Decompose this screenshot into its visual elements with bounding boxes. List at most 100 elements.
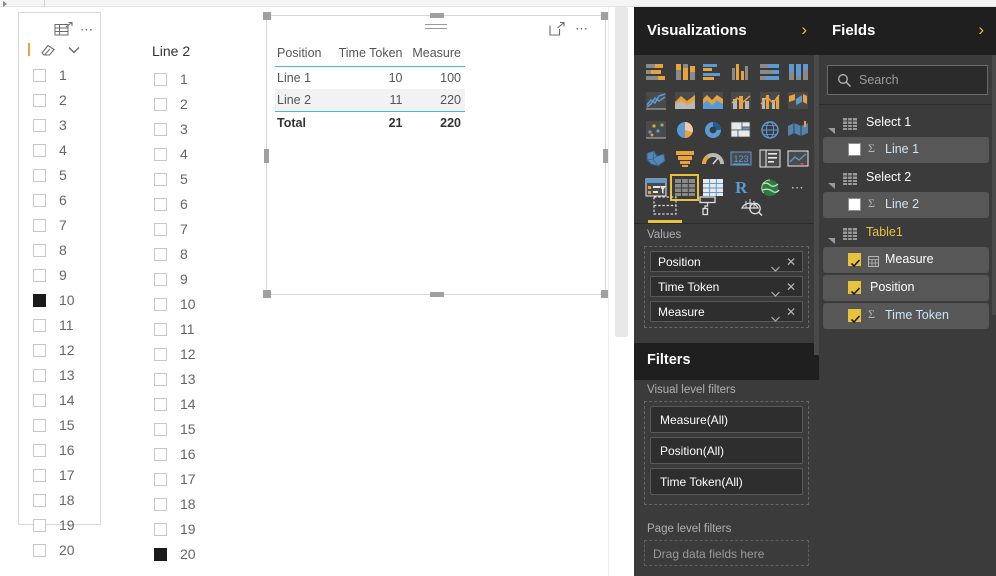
visual-level-filter-chip[interactable]: Time Token(All) (650, 468, 803, 495)
viz-type-hundred-percent-stacked-column[interactable] (785, 59, 812, 84)
slicer1-item[interactable]: 6 (19, 188, 100, 213)
viz-type-line-stacked-column[interactable] (728, 88, 755, 113)
fields-panel-scrollbar[interactable] (992, 55, 996, 315)
slicer2-item[interactable]: 20 (140, 542, 230, 567)
analytics-tab[interactable] (734, 193, 768, 217)
visualization-type-grid[interactable]: 123 R ⋯ (643, 59, 813, 204)
fields-table-node[interactable]: Select 1 (819, 110, 996, 137)
canvas-vertical-scrollbar[interactable] (608, 7, 634, 576)
viz-type-line-chart[interactable] (643, 88, 670, 113)
viz-type-hundred-percent-stacked-bar[interactable] (756, 59, 783, 84)
focus-mode-icon[interactable] (549, 21, 565, 36)
expander-open-icon[interactable] (828, 176, 835, 189)
column-header-position[interactable]: Position (275, 44, 332, 67)
slicer2-checkbox[interactable] (154, 148, 167, 162)
close-icon[interactable]: ✕ (785, 279, 797, 295)
slicer2-item[interactable]: 12 (140, 342, 230, 367)
slicer2-item[interactable]: 16 (140, 442, 230, 467)
slicer1-item[interactable]: 19 (19, 513, 100, 538)
slicer2-checkbox[interactable] (154, 548, 167, 562)
slicer1-checkbox[interactable] (33, 519, 46, 533)
visual-level-filter-chip[interactable]: Measure(All) (650, 406, 803, 433)
slicer2-item[interactable]: 9 (140, 267, 230, 292)
viz-type-filled-map[interactable] (785, 117, 812, 142)
slicer2-item[interactable]: 13 (140, 367, 230, 392)
slicer2-item[interactable]: 1 (140, 67, 230, 92)
slicer2-checkbox[interactable] (154, 123, 167, 137)
more-options-icon[interactable]: ⋯ (575, 21, 595, 36)
slicer2-checkbox[interactable] (154, 373, 167, 387)
slicer1-checkbox[interactable] (33, 269, 46, 283)
slicer1-checkbox[interactable] (33, 394, 46, 408)
value-field-chip[interactable]: Time Token ✕ (650, 276, 803, 297)
slicer1-item[interactable]: 12 (19, 338, 100, 363)
table-row[interactable]: Line 2 11 220 (275, 89, 465, 112)
slicer1-item[interactable]: 7 (19, 213, 100, 238)
viz-type-treemap[interactable] (728, 117, 755, 142)
slicer1-checkbox[interactable] (33, 494, 46, 508)
viz-type-pie-chart[interactable] (671, 117, 698, 142)
values-field-well[interactable]: Position ✕ Time Token ✕ Measure ✕ (644, 246, 809, 328)
slicer2-item[interactable]: 7 (140, 217, 230, 242)
viz-type-clustered-column-chart[interactable] (728, 59, 755, 84)
slicer2-item[interactable]: 10 (140, 292, 230, 317)
slicer2-checkbox[interactable] (154, 398, 167, 412)
slicer2-checkbox[interactable] (154, 173, 167, 187)
viz-type-gauge-chart[interactable] (700, 146, 727, 171)
viz-type-stacked-bar-chart[interactable] (643, 59, 670, 84)
resize-handle-bottom-left[interactable] (263, 290, 271, 298)
viz-type-funnel-chart[interactable] (671, 146, 698, 171)
slicer2-item[interactable]: 18 (140, 492, 230, 517)
slicer2-checkbox[interactable] (154, 248, 167, 262)
viz-type-line-clustered-column[interactable] (756, 88, 783, 113)
visualizations-tab-bar[interactable] (634, 187, 819, 224)
viz-type-card[interactable]: 123 (728, 146, 755, 171)
viz-type-shape-map[interactable] (643, 146, 670, 171)
drag-grip-icon[interactable] (425, 24, 447, 30)
slicer1-item[interactable]: 16 (19, 438, 100, 463)
slicer2-item-list[interactable]: 1 2 3 4 5 6 7 8 9 10 11 12 13 14 15 16 17 18 19 20 (140, 67, 230, 567)
fields-field-node[interactable]: Measure (823, 247, 989, 273)
slicer1-item[interactable]: 13 (19, 363, 100, 388)
fields-field-node[interactable]: Σ Line 1 (823, 137, 989, 163)
scrollbar-thumb[interactable] (615, 7, 628, 337)
chevron-down-icon[interactable] (66, 43, 82, 56)
slicer-visual-line1[interactable]: ⋯ 1 2 3 4 5 6 7 8 9 10 11 12 13 14 15 16 17 18 19 20 (18, 12, 101, 558)
fields-field-node[interactable]: Position (823, 275, 989, 301)
viz-type-kpi[interactable] (785, 146, 812, 171)
slicer2-checkbox[interactable] (154, 423, 167, 437)
close-icon[interactable]: ✕ (785, 304, 797, 320)
visualizations-panel[interactable]: Visualizations › 123 R ⋯ Values Position… (634, 7, 819, 576)
slicer2-item[interactable]: 8 (140, 242, 230, 267)
slicer2-item[interactable]: 2 (140, 92, 230, 117)
slicer2-checkbox[interactable] (154, 448, 167, 462)
slicer1-item[interactable]: 15 (19, 413, 100, 438)
slicer1-item[interactable]: 14 (19, 388, 100, 413)
slicer1-checkbox[interactable] (33, 194, 46, 208)
fields-field-node[interactable]: Σ Time Token (823, 303, 989, 329)
more-options-icon[interactable]: ⋯ (80, 22, 98, 37)
slicer1-item[interactable]: 3 (19, 113, 100, 138)
fields-field-node[interactable]: Σ Line 2 (823, 192, 989, 218)
slicer2-checkbox[interactable] (154, 348, 167, 362)
expander-open-icon[interactable] (828, 121, 835, 134)
slicer1-checkbox[interactable] (33, 469, 46, 483)
viz-type-stacked-area-chart[interactable] (700, 88, 727, 113)
viz-type-area-chart[interactable] (671, 88, 698, 113)
viz-type-scatter-chart[interactable] (643, 117, 670, 142)
slicer1-checkbox[interactable] (33, 294, 46, 308)
slicer2-item[interactable]: 17 (140, 467, 230, 492)
slicer1-checkbox[interactable] (33, 319, 46, 333)
slicer2-item[interactable]: 14 (140, 392, 230, 417)
visual-level-filter-chip[interactable]: Position(All) (650, 437, 803, 464)
chevron-down-icon[interactable] (771, 259, 780, 272)
slicer1-checkbox[interactable] (33, 344, 46, 358)
slicer1-checkbox[interactable] (33, 94, 46, 108)
viz-type-map[interactable] (756, 117, 783, 142)
slicer1-checkbox[interactable] (33, 69, 46, 83)
viz-type-clustered-bar-chart[interactable] (700, 59, 727, 84)
slicer1-item[interactable]: 4 (19, 138, 100, 163)
slicer1-item[interactable]: 17 (19, 463, 100, 488)
slicer1-item[interactable]: 20 (19, 538, 100, 563)
chevron-down-icon[interactable] (771, 284, 780, 297)
